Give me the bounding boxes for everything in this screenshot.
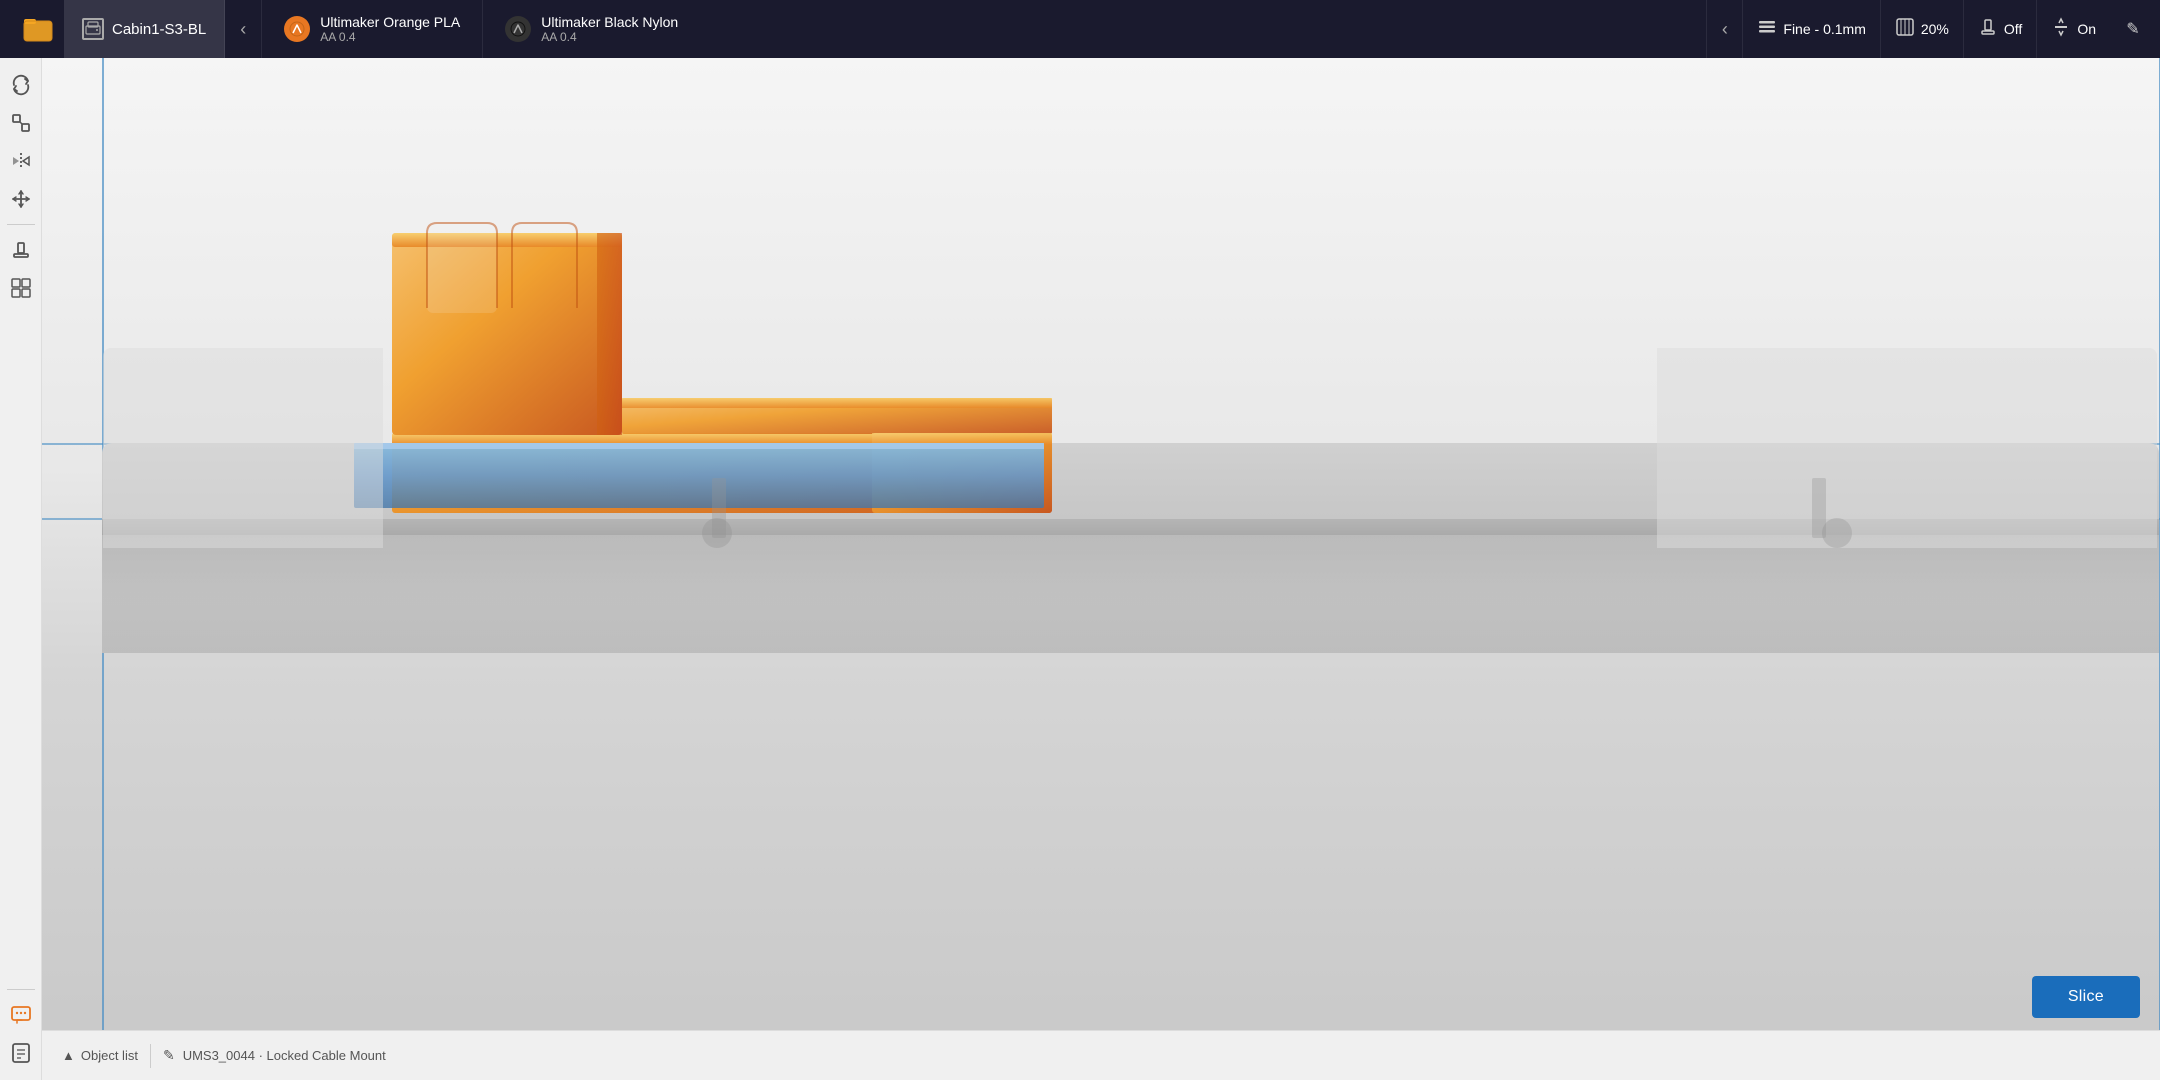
nav-back-button[interactable]: ‹ [225,0,261,58]
adhesion-icon [2051,17,2071,42]
printer-tab[interactable]: Cabin1-S3-BL [64,0,225,58]
adhesion-control[interactable]: On [2036,0,2110,58]
bottom-separator [150,1044,151,1068]
bottombar: ▲ Object list ✎ UMS3_0044 · Locked Cable… [42,1030,2160,1080]
material-2-nozzle: AA 0.4 [541,30,678,44]
build-volume-ghost-left [103,348,383,548]
printer-icon [82,18,104,40]
material-1-name: Ultimaker Orange PLA [320,14,460,30]
infill-control[interactable]: 20% [1880,0,1963,58]
pencil-icon: ✎ [2126,19,2139,39]
edit-button[interactable]: ✎ [2118,14,2148,44]
sidebar-btn-rotate[interactable] [4,68,38,102]
sidebar-separator-2 [7,989,35,990]
sidebar-separator-1 [7,224,35,225]
expand-icon: ▲ [62,1048,75,1063]
sidebar [0,58,42,1080]
object-list-expand[interactable]: ▲ Object list [62,1048,138,1063]
material-slot-1[interactable]: Ultimaker Orange PLA AA 0.4 [261,0,482,58]
sidebar-btn-move[interactable] [4,182,38,216]
material-2-name: Ultimaker Black Nylon [541,14,678,30]
topbar: Cabin1-S3-BL ‹ Ultimaker Orange PLA AA 0… [0,0,2160,58]
sidebar-btn-notes[interactable] [4,1036,38,1070]
shadow-col-3 [702,518,732,548]
sidebar-btn-scale[interactable] [4,106,38,140]
support-control[interactable]: Off [1963,0,2036,58]
printer-name: Cabin1-S3-BL [112,21,206,38]
material-1-nozzle: AA 0.4 [320,30,460,44]
material-1-text: Ultimaker Orange PLA AA 0.4 [320,14,460,44]
infill-value: 20% [1921,21,1949,37]
slice-button-area: Slice [2032,976,2140,1018]
print-quality-value: Fine - 0.1mm [1783,21,1865,37]
sidebar-btn-mesh[interactable] [4,271,38,305]
object-info: ✎ UMS3_0044 · Locked Cable Mount [163,1047,386,1064]
shadow-col-4 [1822,518,1852,548]
material-2-text: Ultimaker Black Nylon AA 0.4 [541,14,678,44]
material-slot-2[interactable]: Ultimaker Black Nylon AA 0.4 [482,0,700,58]
adhesion-value: On [2077,21,2096,37]
material-2-icon [505,16,531,42]
material-1-icon [284,16,310,42]
sidebar-btn-support[interactable] [4,233,38,267]
viewport [42,58,2160,1080]
print-quality-control[interactable]: Fine - 0.1mm [1742,0,1879,58]
folder-button[interactable] [12,0,64,58]
build-volume-ghost-right [1657,348,2157,548]
sidebar-btn-mirror[interactable] [4,144,38,178]
sidebar-btn-chat[interactable] [4,998,38,1032]
layers-icon [1757,17,1777,42]
support-icon [1978,17,1998,42]
pencil-icon: ✎ [163,1047,175,1064]
model-raft [354,443,1054,518]
slice-button[interactable]: Slice [2032,976,2140,1018]
object-name: UMS3_0044 · Locked Cable Mount [183,1048,386,1063]
object-list-label: Object list [81,1048,138,1063]
nav-prev-button[interactable]: ‹ [1706,0,1742,58]
infill-icon [1895,17,1915,42]
support-value: Off [2004,21,2022,37]
chevron-left-icon-2: ‹ [1722,19,1728,40]
chevron-left-icon: ‹ [240,19,246,40]
raft-svg [354,443,1054,523]
